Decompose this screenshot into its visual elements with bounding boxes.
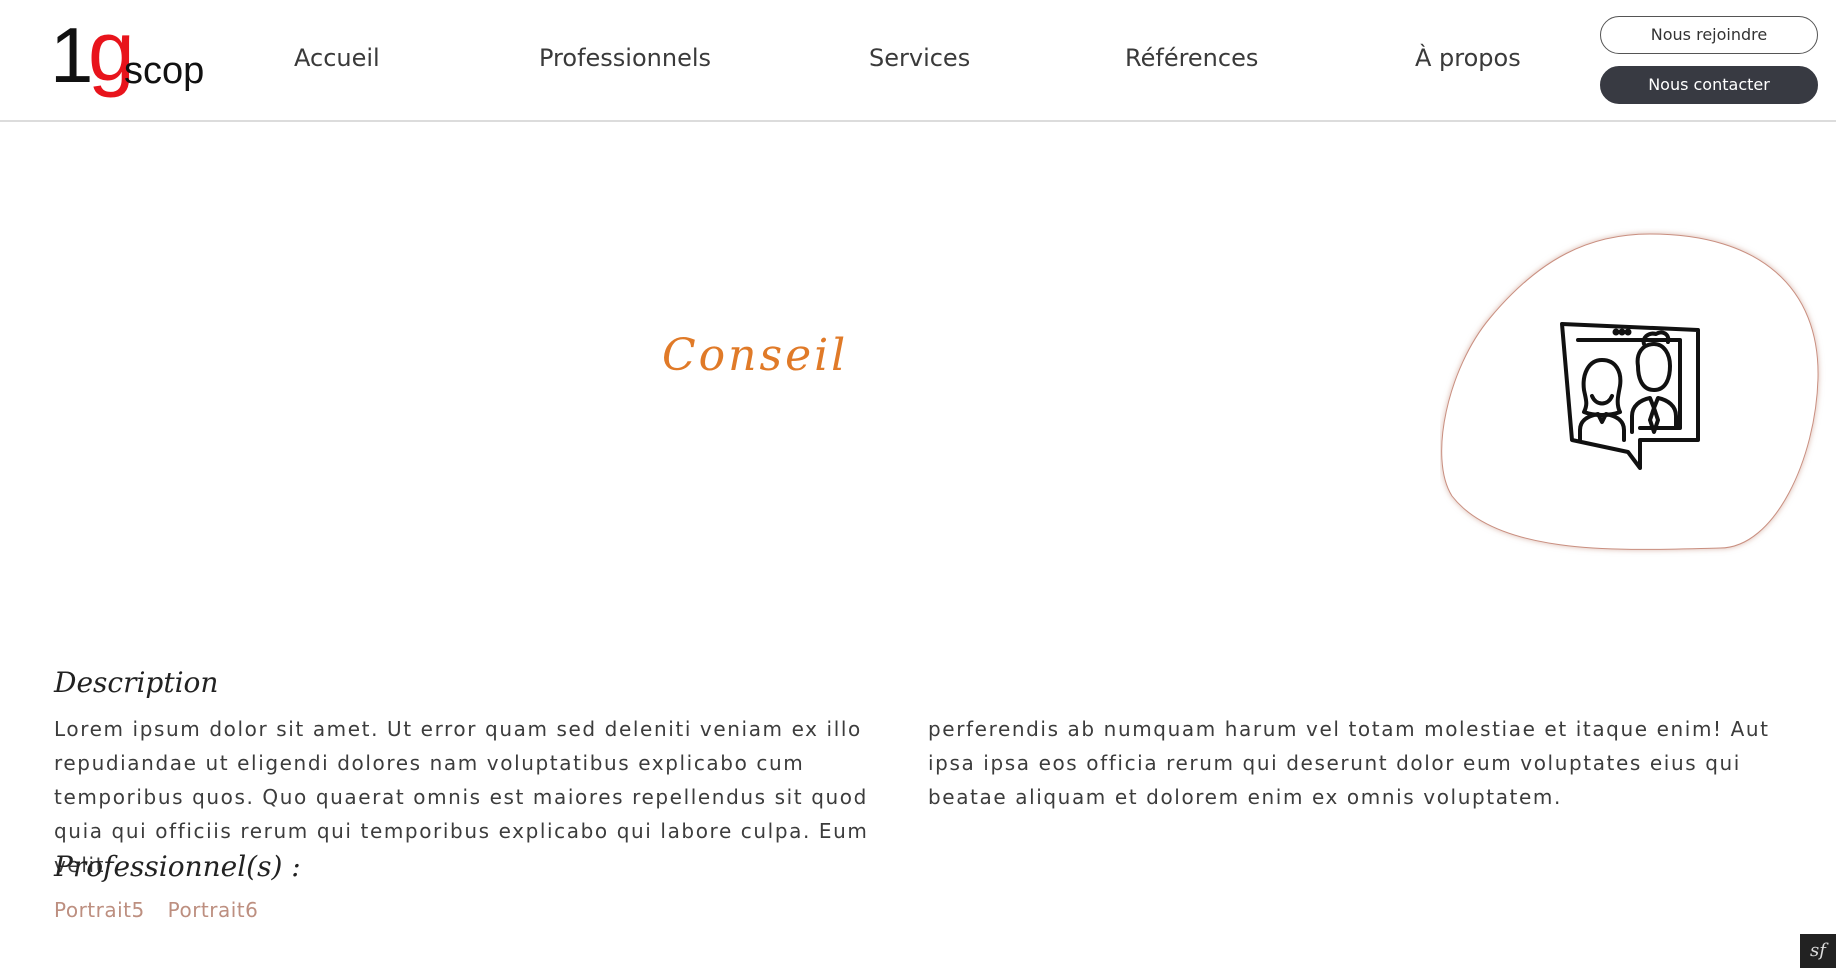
- professional-link-portrait5[interactable]: Portrait5: [54, 898, 145, 922]
- join-button[interactable]: Nous rejoindre: [1600, 16, 1818, 54]
- icon-blob: [1441, 233, 1819, 550]
- nav-a-propos[interactable]: À propos: [1415, 44, 1521, 72]
- professionals-links: Portrait5 Portrait6: [54, 898, 274, 922]
- symfony-toolbar-icon[interactable]: sf: [1800, 934, 1836, 968]
- professionals-heading: Professionnel(s) :: [54, 850, 301, 883]
- page-title: Conseil: [662, 330, 849, 381]
- nav-professionnels[interactable]: Professionnels: [539, 44, 711, 72]
- blob-shape: [1441, 233, 1819, 550]
- description-text-col2: perferendis ab numquam harum vel totam m…: [928, 717, 1770, 809]
- logo-one: 1: [50, 11, 94, 99]
- description-heading: Description: [54, 666, 219, 699]
- professional-link-portrait6[interactable]: Portrait6: [168, 898, 259, 922]
- nav-accueil[interactable]: Accueil: [294, 44, 380, 72]
- logo-scop: scop: [124, 50, 205, 92]
- contact-button[interactable]: Nous contacter: [1600, 66, 1818, 104]
- site-logo[interactable]: 1 g scop: [50, 6, 210, 100]
- nav-references[interactable]: Références: [1125, 44, 1258, 72]
- nav-services[interactable]: Services: [869, 44, 970, 72]
- site-header: 1 g scop Accueil Professionnels Services…: [0, 0, 1836, 122]
